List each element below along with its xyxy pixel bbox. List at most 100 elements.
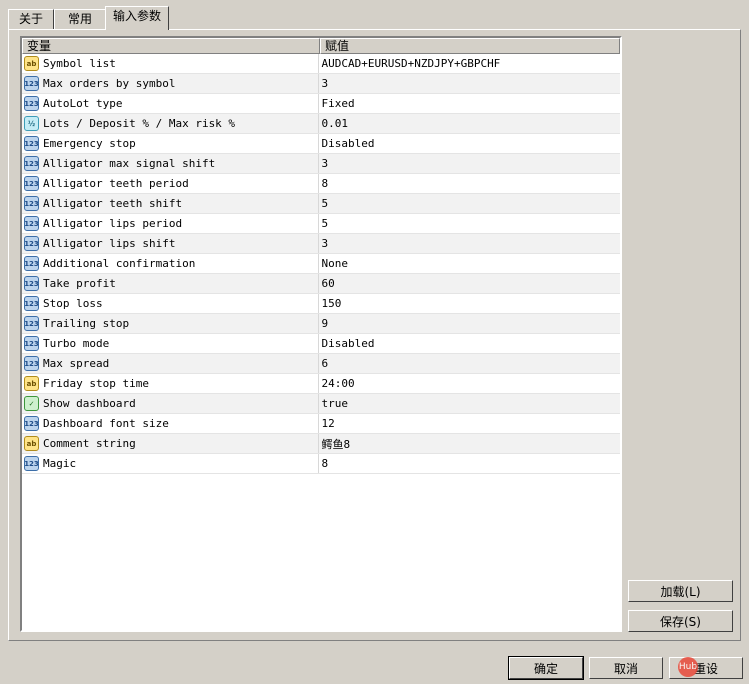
value-cell[interactable]: 5 <box>319 214 621 233</box>
table-row[interactable]: 123 Trailing stop 9 <box>22 314 620 334</box>
variable-cell[interactable]: 123 AutoLot type <box>22 94 319 113</box>
table-row[interactable]: 123 Dashboard font size 12 <box>22 414 620 434</box>
variable-cell[interactable]: 123 Alligator lips period <box>22 214 319 233</box>
table-row[interactable]: 123 AutoLot type Fixed <box>22 94 620 114</box>
table-row[interactable]: ab Symbol list AUDCAD+EURUSD+NZDJPY+GBPCHF <box>22 54 620 74</box>
variable-name: Alligator teeth period <box>43 177 189 190</box>
value-cell[interactable]: 9 <box>319 314 621 333</box>
variable-cell[interactable]: ab Symbol list <box>22 54 319 73</box>
cancel-button[interactable]: 取消 <box>589 657 663 679</box>
save-button[interactable]: 保存(S) <box>628 610 733 632</box>
value-cell[interactable]: 6 <box>319 354 621 373</box>
table-row[interactable]: ½ Lots / Deposit % / Max risk % 0.01 <box>22 114 620 134</box>
integer-type-icon: 123 <box>24 196 39 211</box>
ok-button[interactable]: 确定 <box>508 656 584 680</box>
value-cell[interactable]: 24:00 <box>319 374 621 393</box>
variable-name: Show dashboard <box>43 397 136 410</box>
variable-cell[interactable]: ✓ Show dashboard <box>22 394 319 413</box>
variable-name: Max spread <box>43 357 110 370</box>
variable-cell[interactable]: 123 Additional confirmation <box>22 254 319 273</box>
variable-cell[interactable]: ab Friday stop time <box>22 374 319 393</box>
table-row[interactable]: 123 Stop loss 150 <box>22 294 620 314</box>
variable-cell[interactable]: 123 Alligator max signal shift <box>22 154 319 173</box>
table-row[interactable]: 123 Alligator teeth period 8 <box>22 174 620 194</box>
column-header-variable[interactable]: 变量 <box>22 38 320 54</box>
variable-cell[interactable]: 123 Alligator lips shift <box>22 234 319 253</box>
table-row[interactable]: 123 Alligator teeth shift 5 <box>22 194 620 214</box>
value-cell[interactable]: 3 <box>319 154 621 173</box>
tab-inputs[interactable]: 输入参数 <box>105 6 169 30</box>
integer-type-icon: 123 <box>24 216 39 231</box>
table-row[interactable]: 123 Emergency stop Disabled <box>22 134 620 154</box>
variable-name: Stop loss <box>43 297 103 310</box>
value-cell[interactable]: 5 <box>319 194 621 213</box>
variable-name: Additional confirmation <box>43 257 196 270</box>
value-cell[interactable]: Fixed <box>319 94 621 113</box>
variable-name: Alligator lips shift <box>43 237 176 250</box>
value-cell[interactable]: None <box>319 254 621 273</box>
table-row[interactable]: 123 Alligator lips shift 3 <box>22 234 620 254</box>
value-cell[interactable]: 3 <box>319 74 621 93</box>
variable-name: Lots / Deposit % / Max risk % <box>43 117 236 130</box>
tab-common[interactable]: 常用 <box>54 9 106 29</box>
value-cell[interactable]: 8 <box>319 174 621 193</box>
table-row[interactable]: ab Comment string 鳄鱼8 <box>22 434 620 454</box>
integer-type-icon: 123 <box>24 336 39 351</box>
integer-type-icon: 123 <box>24 96 39 111</box>
table-row[interactable]: 123 Alligator max signal shift 3 <box>22 154 620 174</box>
string-type-icon: ab <box>24 436 39 451</box>
value-cell[interactable]: AUDCAD+EURUSD+NZDJPY+GBPCHF <box>319 54 621 73</box>
variable-name: AutoLot type <box>43 97 123 110</box>
variable-cell[interactable]: 123 Trailing stop <box>22 314 319 333</box>
tab-about[interactable]: 关于 <box>8 9 54 29</box>
variable-cell[interactable]: 123 Dashboard font size <box>22 414 319 433</box>
variable-name: Max orders by symbol <box>43 77 176 90</box>
value-cell[interactable]: 150 <box>319 294 621 313</box>
table-row[interactable]: ✓ Show dashboard true <box>22 394 620 414</box>
integer-type-icon: 123 <box>24 456 39 471</box>
variable-name: Take profit <box>43 277 116 290</box>
variable-name: Alligator lips period <box>43 217 183 230</box>
table-row[interactable]: 123 Magic 8 <box>22 454 620 474</box>
variable-cell[interactable]: ½ Lots / Deposit % / Max risk % <box>22 114 319 133</box>
value-cell[interactable]: 0.01 <box>319 114 621 133</box>
table-row[interactable]: 123 Additional confirmation None <box>22 254 620 274</box>
table-row[interactable]: ab Friday stop time 24:00 <box>22 374 620 394</box>
integer-type-icon: 123 <box>24 276 39 291</box>
value-cell[interactable]: 12 <box>319 414 621 433</box>
value-cell[interactable]: 3 <box>319 234 621 253</box>
table-row[interactable]: 123 Max orders by symbol 3 <box>22 74 620 94</box>
load-button[interactable]: 加载(L) <box>628 580 733 602</box>
integer-type-icon: 123 <box>24 176 39 191</box>
variable-cell[interactable]: 123 Take profit <box>22 274 319 293</box>
variable-cell[interactable]: 123 Magic <box>22 454 319 473</box>
table-row[interactable]: 123 Take profit 60 <box>22 274 620 294</box>
value-cell[interactable]: true <box>319 394 621 413</box>
variable-name: Alligator max signal shift <box>43 157 216 170</box>
column-header-value[interactable]: 赋值 <box>320 38 620 54</box>
integer-type-icon: 123 <box>24 256 39 271</box>
variable-cell[interactable]: 123 Max orders by symbol <box>22 74 319 93</box>
parameters-grid[interactable]: 变量 赋值 ab Symbol list AUDCAD+EURUSD+NZDJPY+… <box>20 36 622 632</box>
value-cell[interactable]: Disabled <box>319 334 621 353</box>
table-row[interactable]: 123 Turbo mode Disabled <box>22 334 620 354</box>
variable-cell[interactable]: ab Comment string <box>22 434 319 453</box>
value-cell[interactable]: 60 <box>319 274 621 293</box>
double-type-icon: ½ <box>24 116 39 131</box>
variable-cell[interactable]: 123 Turbo mode <box>22 334 319 353</box>
variable-cell[interactable]: 123 Alligator teeth period <box>22 174 319 193</box>
variable-name: Trailing stop <box>43 317 130 330</box>
string-type-icon: ab <box>24 376 39 391</box>
table-row[interactable]: 123 Alligator lips period 5 <box>22 214 620 234</box>
value-cell[interactable]: Disabled <box>319 134 621 153</box>
variable-name: Symbol list <box>43 57 116 70</box>
variable-cell[interactable]: 123 Stop loss <box>22 294 319 313</box>
variable-cell[interactable]: 123 Alligator teeth shift <box>22 194 319 213</box>
variable-name: Magic <box>43 457 77 470</box>
variable-cell[interactable]: 123 Emergency stop <box>22 134 319 153</box>
table-row[interactable]: 123 Max spread 6 <box>22 354 620 374</box>
integer-type-icon: 123 <box>24 296 39 311</box>
value-cell[interactable]: 8 <box>319 454 621 473</box>
variable-cell[interactable]: 123 Max spread <box>22 354 319 373</box>
value-cell[interactable]: 鳄鱼8 <box>319 434 621 453</box>
